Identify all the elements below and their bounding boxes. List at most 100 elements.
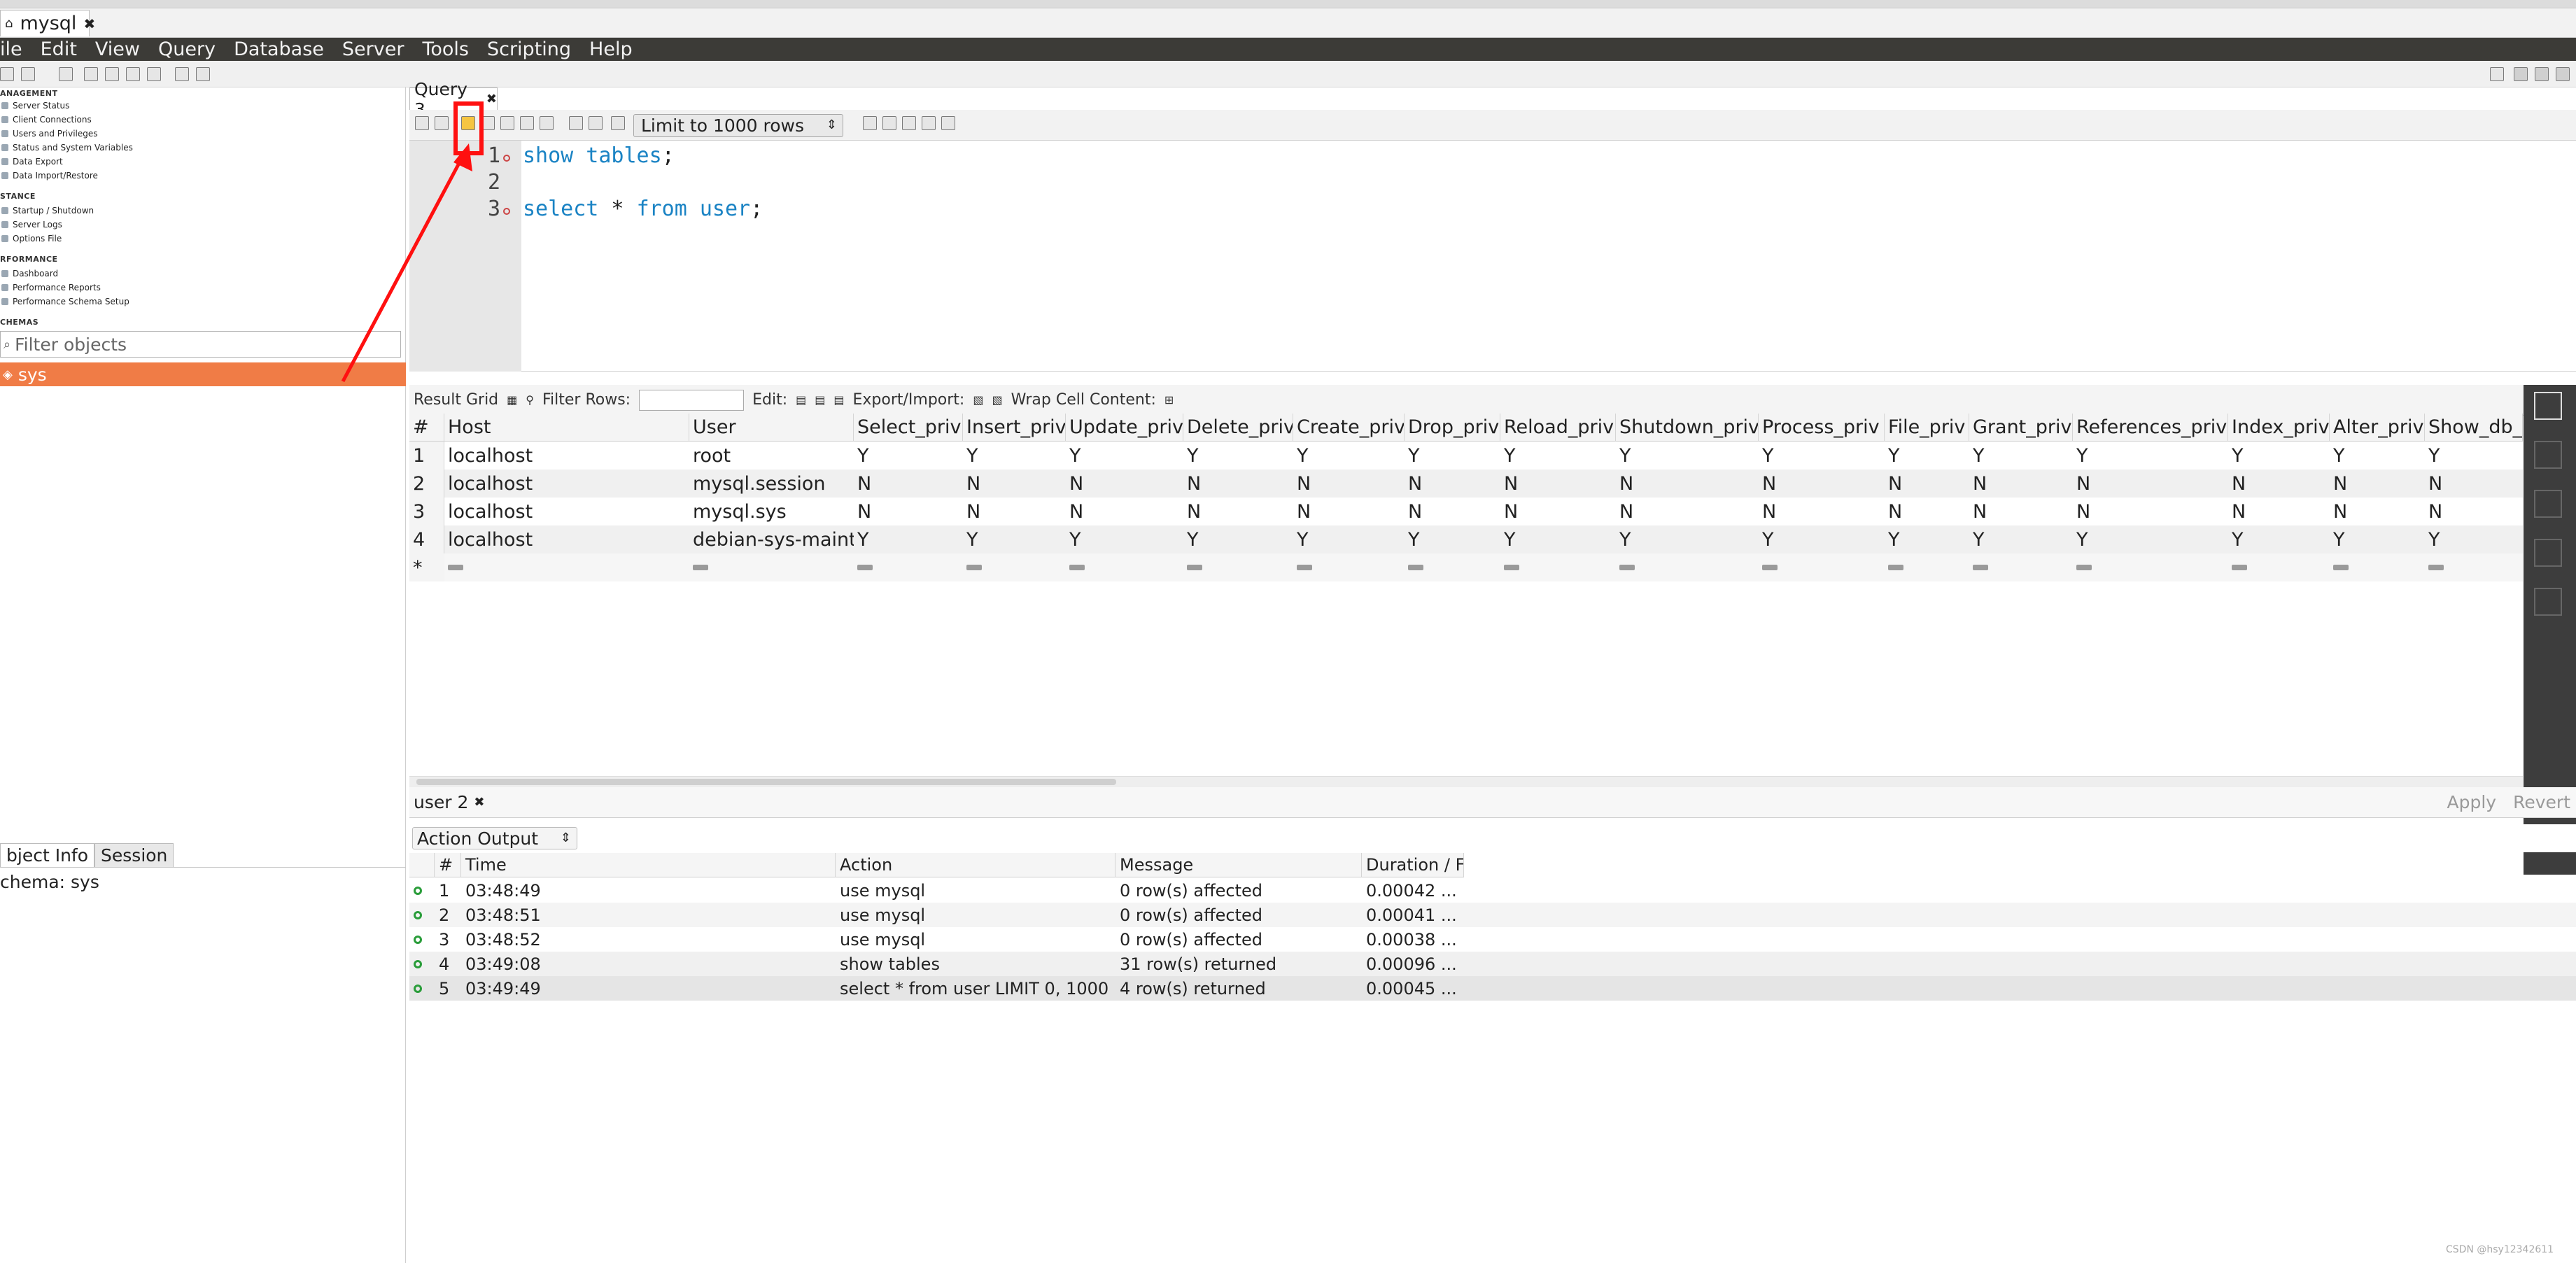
open-inspector-icon[interactable]	[59, 67, 73, 81]
grid-cell[interactable]: Y	[1616, 442, 1759, 470]
grid-cell[interactable]: N	[1293, 470, 1405, 498]
column-header[interactable]: User	[689, 414, 854, 442]
grid-cell[interactable]: Y	[1885, 525, 1969, 553]
output-column-header[interactable]: #	[435, 853, 461, 877]
autocommit-icon[interactable]	[611, 116, 625, 130]
output-column-header[interactable]	[409, 853, 435, 877]
grid-cell[interactable]: Y	[1293, 525, 1405, 553]
grid-cell[interactable]: N	[1405, 470, 1500, 498]
null-cell[interactable]	[1500, 553, 1616, 581]
grid-cell[interactable]: Y	[1183, 525, 1293, 553]
grid-cell[interactable]: Y	[1500, 442, 1616, 470]
reconnect-icon[interactable]	[196, 67, 210, 81]
menu-server[interactable]: Server	[342, 38, 404, 60]
null-cell[interactable]	[1969, 553, 2073, 581]
grid-cell[interactable]: N	[1759, 470, 1885, 498]
explain-icon[interactable]	[500, 116, 514, 130]
null-cell[interactable]	[1885, 553, 1969, 581]
grid-cell[interactable]: Y	[1759, 525, 1885, 553]
column-header[interactable]: Reload_priv	[1500, 414, 1616, 442]
column-header[interactable]: Shutdown_priv	[1616, 414, 1759, 442]
grid-cell[interactable]: N	[963, 470, 1066, 498]
grid-cell[interactable]: 4	[409, 525, 444, 553]
close-icon[interactable]: ✖	[474, 795, 484, 810]
wrap-lines-icon[interactable]	[941, 116, 955, 130]
grid-cell[interactable]: N	[2073, 470, 2228, 498]
grid-cell[interactable]: Y	[2073, 442, 2228, 470]
grid-cell[interactable]: N	[1500, 470, 1616, 498]
create-procedure-icon[interactable]	[147, 67, 161, 81]
null-cell[interactable]	[1759, 553, 1885, 581]
nav-performance-reports[interactable]: Performance Reports	[1, 283, 101, 292]
grid-cell[interactable]: N	[1183, 498, 1293, 525]
invisible-chars-icon[interactable]	[922, 116, 936, 130]
rollback-icon[interactable]	[589, 116, 603, 130]
beautify-icon[interactable]	[882, 116, 896, 130]
close-icon[interactable]: ✖	[486, 92, 497, 106]
add-snippet-icon[interactable]	[863, 116, 877, 130]
find-icon[interactable]	[902, 116, 916, 130]
menu-help[interactable]: Help	[589, 38, 633, 60]
nav-data-export[interactable]: Data Export	[1, 157, 63, 167]
null-cell[interactable]	[963, 553, 1066, 581]
query-stats-icon[interactable]	[2534, 539, 2562, 567]
grid-cell[interactable]: N	[1293, 498, 1405, 525]
close-icon[interactable]: ✖	[83, 15, 95, 32]
grid-cell[interactable]: Y	[963, 525, 1066, 553]
nav-client-connections[interactable]: Client Connections	[1, 115, 92, 125]
output-column-header[interactable]: Action	[836, 853, 1115, 877]
grid-cell[interactable]: Y	[1616, 525, 1759, 553]
apply-button[interactable]: Apply	[2447, 792, 2497, 812]
grid-cell[interactable]: N	[1066, 470, 1183, 498]
output-type-select[interactable]: Action Output ⇕	[412, 827, 577, 849]
grid-cell[interactable]: N	[1969, 470, 2073, 498]
grid-cell[interactable]: localhost	[444, 470, 689, 498]
grid-cell[interactable]: Y	[854, 525, 963, 553]
menu-scripting[interactable]: Scripting	[487, 38, 571, 60]
grid-cell[interactable]: Y	[1969, 442, 2073, 470]
revert-button[interactable]: Revert	[2513, 792, 2570, 812]
grid-cell[interactable]: N	[1066, 498, 1183, 525]
grid-cell[interactable]: mysql.session	[689, 470, 854, 498]
grid-cell[interactable]: localhost	[444, 498, 689, 525]
column-header[interactable]: Create_priv	[1293, 414, 1405, 442]
column-header[interactable]: Drop_priv	[1405, 414, 1500, 442]
column-header[interactable]: Delete_priv	[1183, 414, 1293, 442]
null-cell[interactable]	[2073, 553, 2228, 581]
grid-cell[interactable]: localhost	[444, 442, 689, 470]
wrap-cell-icon[interactable]: ⊞	[1164, 393, 1174, 407]
null-cell[interactable]	[1293, 553, 1405, 581]
grid-cell[interactable]: Y	[1066, 442, 1183, 470]
delete-row-icon[interactable]: ▤	[833, 393, 844, 407]
null-cell[interactable]	[2425, 553, 2523, 581]
grid-cell[interactable]: N	[2425, 498, 2523, 525]
grid-cell[interactable]: Y	[2228, 442, 2330, 470]
nav-performance-schema-setup[interactable]: Performance Schema Setup	[1, 297, 129, 306]
grid-cell[interactable]: Y	[2425, 442, 2523, 470]
import-icon[interactable]: ▧	[992, 393, 1002, 407]
create-view-icon[interactable]	[126, 67, 140, 81]
connection-tab[interactable]: ⌂ mysql ✖	[0, 10, 95, 36]
grid-cell[interactable]: N	[1885, 470, 1969, 498]
nav-dashboard[interactable]: Dashboard	[1, 269, 58, 278]
grid-cell[interactable]: N	[854, 470, 963, 498]
export-icon[interactable]: ▧	[973, 393, 983, 407]
sql-editor[interactable]: 1 show tables; 2 3 select * from user;	[409, 141, 2576, 372]
output-column-header[interactable]: Duration / F	[1362, 853, 1464, 877]
column-header[interactable]: References_priv	[2073, 414, 2228, 442]
grid-cell[interactable]: Y	[1759, 442, 1885, 470]
create-schema-icon[interactable]	[84, 67, 98, 81]
menu-view[interactable]: View	[95, 38, 140, 60]
null-cell[interactable]	[1616, 553, 1759, 581]
grid-cell[interactable]: 2	[409, 470, 444, 498]
grid-cell[interactable]: Y	[1183, 442, 1293, 470]
grid-cell[interactable]: Y	[1500, 525, 1616, 553]
column-header[interactable]: Show_db_p	[2425, 414, 2523, 442]
grid-cell[interactable]: N	[1616, 498, 1759, 525]
null-cell[interactable]	[2228, 553, 2330, 581]
commit-icon[interactable]	[569, 116, 583, 130]
tab-session[interactable]: Session	[94, 843, 174, 867]
open-sql-file-icon[interactable]	[21, 67, 35, 81]
column-header[interactable]: Update_priv	[1066, 414, 1183, 442]
column-header[interactable]: File_priv	[1885, 414, 1969, 442]
